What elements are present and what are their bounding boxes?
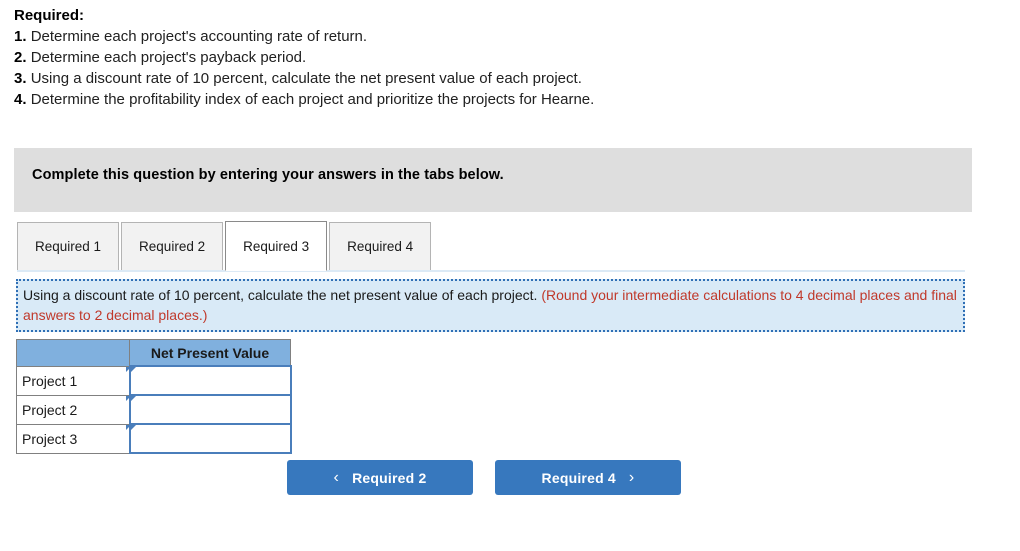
complete-question-banner-text: Complete this question by entering your … [32,167,504,183]
table-header-net-present-value: Net Present Value [129,339,291,367]
previous-required-label: Required 2 [352,469,427,486]
tab-label: Required 3 [243,238,310,254]
row-label-project-3: Project 3 [16,423,130,454]
required-item-text: Using a discount rate of 10 percent, cal… [30,70,582,87]
table-header-blank [16,339,130,367]
table-row: Project 2 [16,394,292,425]
net-present-value-table: Net Present Value Project 1 Project 2 Pr… [16,339,292,454]
row-label-project-2: Project 2 [16,394,130,425]
cell-marker-icon [125,425,136,430]
required-item-text: Determine each project's accounting rate… [30,28,368,45]
chevron-right-icon: › [628,468,635,486]
tab-label: Required 4 [347,239,414,254]
required-item-number: 1. [14,28,27,45]
npv-input-project-2[interactable] [130,396,290,423]
complete-question-banner: Complete this question by entering your … [14,148,972,212]
required-item: 1. Determine each project's accounting r… [14,26,974,47]
next-required-button[interactable]: Required 4 › [495,460,681,495]
required-item-number: 4. [14,91,27,108]
requirement-tabs: Required 1 Required 2 Required 3 Require… [17,221,433,271]
required-item-text: Determine each project's payback period. [30,49,307,66]
instruction-main-text: Using a discount rate of 10 percent, cal… [23,287,538,303]
npv-input-project-1[interactable] [130,367,290,394]
tab-required-3[interactable]: Required 3 [225,221,328,271]
tab-required-4[interactable]: Required 4 [329,222,432,271]
tab-underline-divider [17,270,965,272]
tab-required-1[interactable]: Required 1 [17,222,120,271]
npv-input-cell-project-3[interactable] [125,423,292,454]
required-item: 4. Determine the profitability index of … [14,89,974,110]
cell-marker-icon [125,396,136,401]
tab-label: Required 2 [139,239,206,254]
required-item-text: Determine the profitability index of eac… [30,91,595,108]
npv-input-cell-project-1[interactable] [125,365,292,396]
cell-marker-icon [125,367,136,372]
table-row: Project 1 [16,365,292,396]
table-header-row: Net Present Value [16,339,291,367]
required-instructions-block: Required: 1. Determine each project's ac… [14,6,974,110]
required-heading: Required: [14,7,85,24]
question-instruction-text: Using a discount rate of 10 percent, cal… [23,285,958,325]
required-item-number: 3. [14,70,27,87]
tab-required-2[interactable]: Required 2 [121,222,224,271]
required-item: 3. Using a discount rate of 10 percent, … [14,68,974,89]
chevron-left-icon: ‹ [333,468,340,486]
previous-required-button[interactable]: ‹ Required 2 [287,460,473,495]
next-required-label: Required 4 [541,469,616,486]
tab-label: Required 1 [35,239,102,254]
npv-input-project-3[interactable] [130,425,290,452]
table-row: Project 3 [16,423,292,454]
required-item: 2. Determine each project's payback peri… [14,47,974,68]
required-item-number: 2. [14,49,27,66]
npv-input-cell-project-2[interactable] [125,394,292,425]
row-label-project-1: Project 1 [16,365,130,396]
question-instruction-box: Using a discount rate of 10 percent, cal… [16,279,965,332]
